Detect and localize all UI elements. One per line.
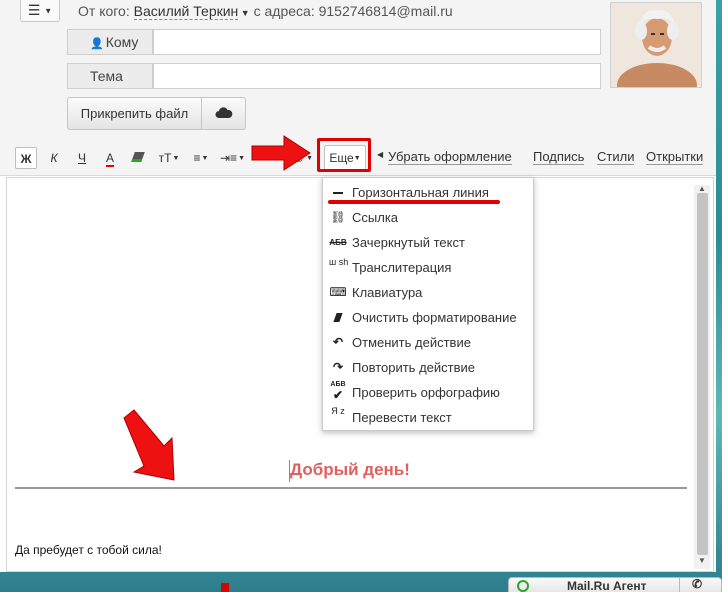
from-line: От кого: Василий Теркин ▼ с адреса: 9152… bbox=[78, 3, 453, 20]
menu-item-label: Повторить действие bbox=[352, 360, 475, 375]
menu-item-keyboard[interactable]: ⌨ Клавиатура bbox=[323, 280, 533, 305]
styles-link[interactable]: Стили bbox=[597, 149, 635, 165]
greeting-text: Добрый день! bbox=[290, 460, 410, 479]
font-size-glyph: тТ bbox=[158, 151, 172, 165]
font-size-button[interactable]: тТ▼ bbox=[157, 147, 181, 169]
phone-icon[interactable]: ✆ bbox=[692, 578, 702, 591]
menu-item-translate[interactable]: Я z Перевести текст bbox=[323, 405, 533, 430]
text-color-glyph: А bbox=[105, 151, 114, 167]
menu-item-clear-format[interactable]: Очистить форматирование bbox=[323, 305, 533, 330]
to-label-text: Кому bbox=[105, 34, 139, 50]
menu-item-label: Клавиатура bbox=[352, 285, 423, 300]
sender-email: 9152746814@mail.ru bbox=[318, 3, 453, 19]
menu-item-label: Очистить форматирование bbox=[352, 310, 517, 325]
annotation-underline bbox=[328, 200, 500, 204]
bg-color-button[interactable] bbox=[129, 147, 147, 169]
menu-item-label: Перевести текст bbox=[352, 410, 452, 425]
spellcheck-glyph: АБВ bbox=[330, 381, 346, 388]
horizontal-rule bbox=[15, 487, 687, 489]
chevron-down-icon: ▼ bbox=[238, 154, 245, 162]
more-button-highlight bbox=[317, 138, 371, 172]
cloud-icon bbox=[215, 107, 232, 118]
keyboard-icon: ⌨ bbox=[329, 285, 347, 299]
menu-item-label: Транслитерация bbox=[352, 260, 452, 275]
chevron-down-icon[interactable]: ▼ bbox=[238, 8, 250, 18]
scroll-down-icon[interactable]: ▼ bbox=[698, 556, 706, 565]
menu-item-label: Ссылка bbox=[352, 210, 399, 225]
hamburger-icon: ☰ bbox=[27, 2, 41, 18]
subject-label-text: Тема bbox=[90, 68, 123, 84]
cloud-attach-button[interactable] bbox=[202, 97, 246, 130]
menu-item-label: Отменить действие bbox=[352, 335, 471, 350]
menu-item-link[interactable]: ⛓ Ссылка bbox=[323, 205, 533, 230]
attach-file-button[interactable]: Прикрепить файл bbox=[67, 97, 202, 130]
from-prefix: От кого: bbox=[78, 3, 130, 19]
more-dropdown-menu: Горизонтальная линия ⛓ Ссылка АБВ Зачерк… bbox=[322, 177, 534, 431]
align-button[interactable]: ≡▼ bbox=[190, 147, 212, 169]
annotation-arrow-down-icon bbox=[123, 409, 175, 481]
text-color-button[interactable]: А bbox=[101, 147, 119, 169]
translate-icon: Я z bbox=[331, 406, 345, 416]
subject-label: Тема bbox=[67, 63, 153, 89]
menu-item-undo[interactable]: ↶ Отменить действие bbox=[323, 330, 533, 355]
menu-button[interactable]: ☰ ▼ bbox=[20, 0, 60, 22]
agent-separator bbox=[679, 578, 680, 592]
align-icon: ≡ bbox=[193, 151, 201, 165]
agent-tab[interactable]: Mail.Ru Агент ✆ bbox=[508, 577, 722, 592]
clear-format-link[interactable]: Убрать оформление bbox=[388, 149, 512, 165]
avatar[interactable] bbox=[610, 2, 702, 88]
chevron-down-icon: ▼ bbox=[44, 6, 53, 16]
indent-button[interactable]: ⇥≡▼ bbox=[220, 147, 245, 169]
spellcheck-icon: АБВ ✔ bbox=[330, 381, 346, 402]
menu-item-redo[interactable]: ↷ Повторить действие bbox=[323, 355, 533, 380]
eraser-icon bbox=[329, 305, 347, 330]
agent-status-icon bbox=[517, 580, 529, 592]
highlighter-icon bbox=[131, 152, 145, 162]
agent-label: Mail.Ru Агент bbox=[567, 579, 647, 592]
scroll-thumb[interactable] bbox=[697, 193, 708, 555]
sender-name-selector[interactable]: Василий Теркин bbox=[133, 3, 239, 20]
compose-header: ☰ ▼ От кого: Василий Теркин ▼ с адреса: … bbox=[0, 0, 716, 140]
menu-item-strikethrough[interactable]: АБВ Зачеркнутый текст bbox=[323, 230, 533, 255]
annotation-arrow-right-icon bbox=[251, 135, 311, 171]
chevron-down-icon: ▼ bbox=[201, 154, 209, 162]
to-input[interactable] bbox=[153, 29, 601, 55]
from-mid: с адреса: bbox=[253, 3, 315, 19]
italic-button[interactable]: К bbox=[46, 147, 62, 169]
underline-button[interactable]: Ч bbox=[74, 147, 90, 169]
signature-link[interactable]: Подпись bbox=[533, 149, 585, 165]
to-label[interactable]: 👤 Кому bbox=[67, 29, 153, 55]
chevron-down-icon: ▼ bbox=[172, 154, 180, 162]
taskbar-logo-fragment bbox=[221, 583, 229, 592]
bold-button[interactable]: Ж bbox=[15, 147, 37, 169]
menu-item-label: Зачеркнутый текст bbox=[352, 235, 465, 250]
redo-icon: ↷ bbox=[332, 360, 344, 374]
menu-item-spellcheck[interactable]: АБВ ✔ Проверить орфографию bbox=[323, 380, 533, 405]
chevron-left-icon: ◀ bbox=[377, 150, 384, 159]
subject-input[interactable] bbox=[153, 63, 601, 89]
person-icon: 👤 bbox=[90, 38, 104, 50]
indent-icon: ⇥≡ bbox=[220, 151, 238, 165]
strikethrough-icon: АБВ bbox=[329, 238, 347, 247]
undo-icon: ↶ bbox=[332, 335, 344, 349]
link-icon: ⛓ bbox=[330, 210, 346, 224]
cards-link[interactable]: Открытки bbox=[646, 149, 704, 165]
translit-icon: ш sh bbox=[329, 257, 349, 267]
menu-item-translit[interactable]: ш sh Транслитерация bbox=[323, 255, 533, 280]
scroll-up-icon[interactable]: ▲ bbox=[698, 184, 706, 193]
menu-item-label: Проверить орфографию bbox=[352, 385, 500, 400]
signature-text: Да пребудет с тобой сила! bbox=[15, 543, 162, 557]
avatar-image bbox=[611, 3, 701, 87]
